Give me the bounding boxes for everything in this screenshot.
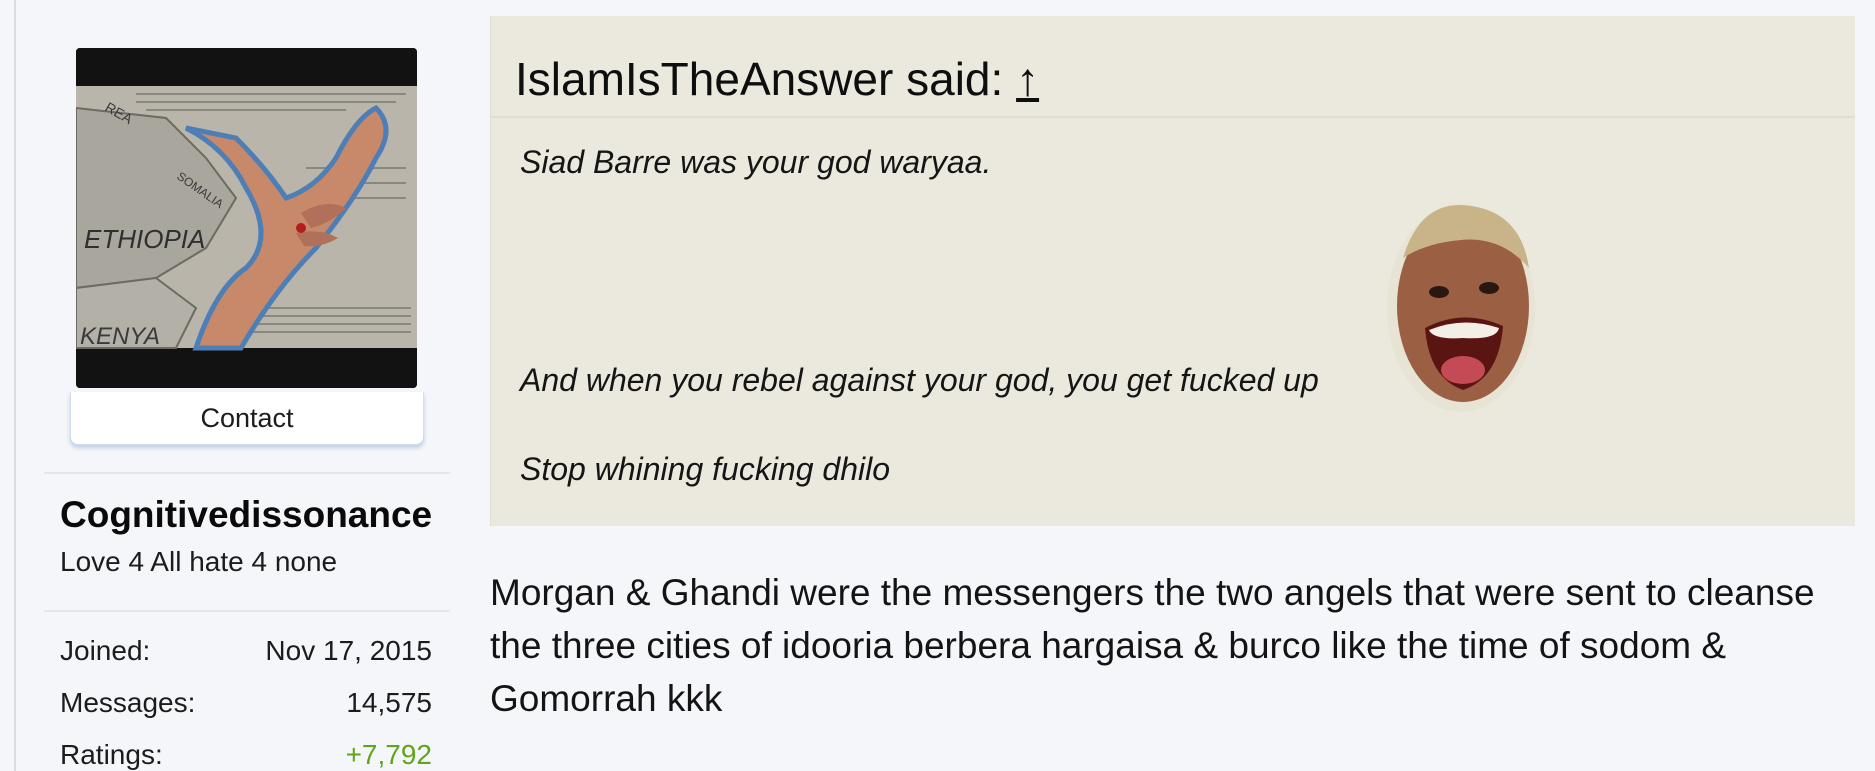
stat-value[interactable]: +7,792	[346, 739, 432, 771]
stat-value[interactable]: 14,575	[346, 687, 432, 719]
laughing-face-emoji-image	[1387, 204, 1535, 412]
sidebar-divider	[44, 610, 450, 612]
stat-value: Nov 17, 2015	[265, 635, 432, 666]
stat-ratings: Ratings: +7,792	[60, 739, 432, 771]
stat-label: Messages:	[60, 687, 196, 718]
stat-label: Joined:	[60, 635, 151, 666]
svg-text:KENYA: KENYA	[80, 323, 160, 350]
stat-messages: Messages: 14,575	[60, 687, 432, 719]
contact-button[interactable]: Contact	[70, 392, 424, 445]
quote-block: IslamIsTheAnswer said: ↑ Siad Barre was …	[490, 16, 1855, 526]
page-left-border	[14, 0, 16, 771]
quote-header: IslamIsTheAnswer said: ↑	[515, 52, 1039, 106]
quote-divider	[491, 116, 1855, 118]
svg-text:ETHIOPIA: ETHIOPIA	[84, 224, 205, 254]
avatar-map-image: ETHIOPIA KENYA SOMALIA REA	[76, 48, 417, 388]
quote-line: Stop whining fucking dhilo	[520, 451, 891, 487]
quote-line: Siad Barre was your god waryaa.	[520, 144, 992, 180]
stat-joined: Joined: Nov 17, 2015	[60, 635, 432, 667]
quote-line: And when you rebel against your god, you…	[520, 362, 1319, 398]
quote-author[interactable]: IslamIsTheAnswer said:	[515, 53, 1003, 105]
stat-label: Ratings:	[60, 739, 163, 770]
post-message-body: Morgan & Ghandi were the messengers the …	[490, 572, 1815, 719]
user-title: Love 4 All hate 4 none	[60, 546, 338, 577]
sidebar-divider	[44, 472, 450, 474]
go-to-quote-arrow-icon[interactable]: ↑	[1016, 53, 1039, 105]
message-user-sidebar: ETHIOPIA KENYA SOMALIA REA Contact Cogni…	[44, 0, 450, 771]
user-avatar[interactable]: ETHIOPIA KENYA SOMALIA REA	[76, 48, 417, 388]
username[interactable]: Cognitivedissonance	[60, 494, 432, 536]
